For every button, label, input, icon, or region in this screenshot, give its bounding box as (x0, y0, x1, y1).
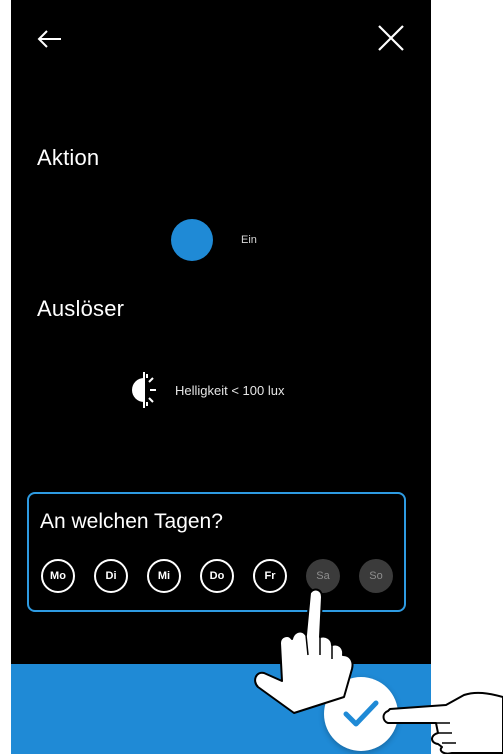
arrow-left-icon (37, 30, 61, 48)
day-toggle-sa[interactable]: Sa (306, 559, 340, 593)
action-row: Ein (171, 219, 257, 261)
checkmark-icon (343, 700, 379, 727)
days-row: Mo Di Mi Do Fr Sa So (41, 559, 412, 593)
close-button[interactable] (373, 20, 409, 56)
action-state-label: Ein (241, 234, 257, 246)
day-toggle-so[interactable]: So (359, 559, 393, 593)
day-toggle-do[interactable]: Do (200, 559, 234, 593)
day-toggle-di[interactable]: Di (94, 559, 128, 593)
confirm-button[interactable] (324, 677, 398, 751)
action-section-title: Aktion (37, 145, 100, 170)
close-icon (378, 25, 404, 51)
back-button[interactable] (33, 22, 67, 56)
day-toggle-fr[interactable]: Fr (253, 559, 287, 593)
action-state-indicator[interactable] (171, 219, 213, 261)
trigger-item[interactable]: Helligkeit < 100 lux (127, 368, 284, 412)
trigger-label: Helligkeit < 100 lux (175, 382, 285, 398)
day-toggle-mo[interactable]: Mo (41, 559, 75, 593)
trigger-section-title: Auslöser (37, 296, 125, 321)
brightness-icon (132, 372, 156, 408)
top-bar (11, 0, 431, 76)
app-screen: Aktion Ein Auslöser Helligkeit < 100 lux… (11, 0, 431, 754)
days-selector: An welchen Tagen? Mo Di Mi Do Fr Sa So (27, 492, 406, 612)
days-title: An welchen Tagen? (40, 510, 223, 533)
day-toggle-mi[interactable]: Mi (147, 559, 181, 593)
